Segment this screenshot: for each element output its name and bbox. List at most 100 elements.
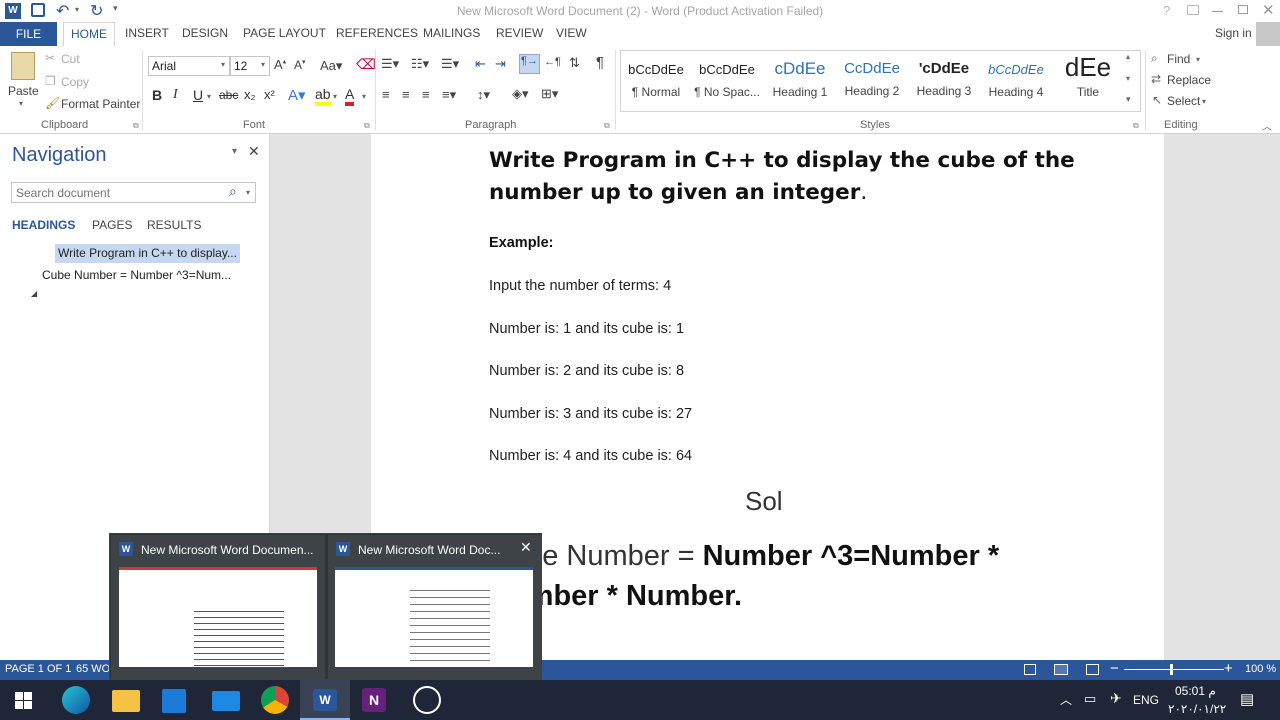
clipboard-launcher-icon[interactable]: ⧉: [133, 121, 139, 131]
nav-close-icon[interactable]: ✕: [248, 143, 260, 160]
shrink-font-icon[interactable]: A▾: [294, 58, 306, 72]
tab-insert[interactable]: INSERT: [125, 26, 169, 40]
font-color-icon[interactable]: A: [345, 86, 355, 106]
copy-button[interactable]: Copy: [61, 75, 89, 89]
zoom-slider[interactable]: [1124, 669, 1224, 670]
tab-results[interactable]: RESULTS: [147, 218, 201, 232]
styles-launcher-icon[interactable]: ⧉: [1133, 121, 1139, 131]
sort-icon[interactable]: ⇅: [569, 55, 580, 71]
notifications-icon[interactable]: ▤: [1240, 690, 1254, 708]
zoom-out-icon[interactable]: −: [1110, 660, 1119, 677]
tab-file[interactable]: FILE: [0, 22, 57, 46]
restore-icon[interactable]: [1238, 5, 1248, 14]
search-document-input[interactable]: [11, 182, 256, 203]
print-layout-icon[interactable]: [1054, 664, 1068, 675]
decrease-indent-icon[interactable]: ⇤: [475, 56, 486, 72]
chrome-icon[interactable]: [261, 686, 289, 714]
style-heading-3[interactable]: 'cDdEe Heading 3: [908, 52, 980, 108]
align-left-icon[interactable]: ≡: [382, 87, 390, 102]
bullets-icon[interactable]: ☰▾: [381, 56, 399, 72]
clock-time[interactable]: 05:01 م: [1175, 684, 1216, 698]
font-name-select[interactable]: Arial: [148, 56, 230, 76]
web-layout-icon[interactable]: [1086, 664, 1099, 675]
style-title[interactable]: dEe Title: [1052, 52, 1124, 108]
network-icon[interactable]: ▭: [1084, 691, 1096, 707]
close-icon[interactable]: ✕: [1262, 1, 1275, 19]
tab-references[interactable]: REFERENCES: [336, 26, 418, 40]
styles-more-icon[interactable]: ▾: [1126, 94, 1131, 105]
tab-mailings[interactable]: MAILINGS: [423, 26, 480, 40]
highlight-dropdown-icon[interactable]: ▾: [333, 92, 337, 101]
minimize-icon[interactable]: [1212, 11, 1223, 12]
word-taskbar-icon[interactable]: W: [313, 689, 337, 711]
tab-design[interactable]: DESIGN: [182, 26, 228, 40]
obs-icon[interactable]: [413, 686, 441, 714]
highlight-color-icon[interactable]: ab: [315, 86, 331, 106]
zoom-in-icon[interactable]: +: [1224, 660, 1233, 677]
text-effects-icon[interactable]: A▾: [288, 86, 306, 104]
underline-button[interactable]: U: [193, 87, 203, 103]
mail-icon[interactable]: [212, 691, 240, 711]
line-spacing-icon[interactable]: ↕▾: [477, 87, 490, 103]
sign-in-link[interactable]: Sign in: [1215, 26, 1252, 40]
language-indicator[interactable]: ENG: [1133, 693, 1159, 707]
find-dropdown-icon[interactable]: ▾: [1196, 55, 1200, 64]
tab-view[interactable]: VIEW: [556, 26, 587, 40]
tab-headings[interactable]: HEADINGS: [12, 218, 75, 232]
search-dropdown-icon[interactable]: ▾: [246, 188, 250, 197]
style-heading-4[interactable]: bCcDdEe Heading 4: [980, 52, 1052, 108]
style-heading-2[interactable]: CcDdEe Heading 2: [836, 52, 908, 108]
tab-review[interactable]: REVIEW: [496, 26, 543, 40]
read-mode-icon[interactable]: [1024, 664, 1036, 675]
collapse-ribbon-icon[interactable]: ︿: [1262, 118, 1272, 133]
store-icon[interactable]: [162, 689, 186, 713]
multilevel-list-icon[interactable]: ☰▾: [441, 56, 459, 72]
tray-overflow-icon[interactable]: ︿: [1060, 691, 1072, 708]
page-count[interactable]: PAGE 1 OF 1: [5, 663, 71, 675]
justify-icon[interactable]: ≡▾: [442, 87, 456, 103]
edge-icon[interactable]: [62, 686, 90, 714]
change-case-icon[interactable]: Aa▾: [320, 58, 342, 74]
tab-page-layout[interactable]: PAGE LAYOUT: [243, 26, 326, 40]
styles-scroll-up-icon[interactable]: ▴: [1126, 52, 1130, 61]
tab-pages[interactable]: PAGES: [92, 218, 132, 232]
subscript-button[interactable]: x₂: [244, 87, 256, 102]
clear-formatting-icon[interactable]: ⌫: [356, 56, 376, 73]
font-size-dropdown-icon[interactable]: ▾: [261, 60, 265, 69]
word-count[interactable]: 65 WO: [76, 663, 110, 675]
zoom-level[interactable]: 100 %: [1245, 663, 1276, 675]
replace-button[interactable]: Replace: [1167, 73, 1211, 87]
paste-icon[interactable]: [11, 52, 35, 80]
increase-indent-icon[interactable]: ⇥: [495, 56, 506, 72]
tab-home[interactable]: HOME: [63, 22, 115, 47]
style-normal[interactable]: bCcDdEe ¶ Normal: [620, 52, 692, 108]
numbering-icon[interactable]: ☷▾: [411, 56, 429, 72]
nav-options-icon[interactable]: ▾: [232, 146, 237, 157]
ltr-icon[interactable]: ¶→: [519, 54, 540, 74]
search-icon[interactable]: ⌕: [229, 183, 237, 200]
bold-button[interactable]: B: [152, 87, 162, 103]
font-color-dropdown-icon[interactable]: ▾: [362, 92, 366, 101]
visual-studio-icon[interactable]: N: [362, 688, 386, 712]
rtl-icon[interactable]: ←¶: [544, 56, 561, 68]
select-dropdown-icon[interactable]: ▾: [1202, 97, 1206, 106]
file-explorer-icon[interactable]: [112, 690, 140, 712]
superscript-button[interactable]: x²: [264, 87, 275, 102]
paste-button[interactable]: Paste: [8, 84, 39, 98]
clock-date[interactable]: ٢٠٢٠/٠١/٢٢: [1168, 702, 1226, 716]
avatar[interactable]: [1256, 22, 1280, 46]
zoom-slider-thumb[interactable]: [1170, 664, 1173, 675]
find-button[interactable]: Find: [1167, 52, 1190, 66]
select-button[interactable]: Select: [1167, 94, 1200, 108]
borders-icon[interactable]: ⊞▾: [541, 86, 558, 102]
font-launcher-icon[interactable]: ⧉: [364, 121, 370, 131]
align-center-icon[interactable]: ≡: [402, 87, 410, 102]
font-name-dropdown-icon[interactable]: ▾: [221, 60, 225, 69]
shading-icon[interactable]: ◈▾: [512, 86, 529, 102]
style-heading-1[interactable]: cDdEe Heading 1: [764, 52, 836, 108]
airplane-icon[interactable]: ✈: [1110, 690, 1122, 707]
show-marks-icon[interactable]: ¶: [596, 54, 604, 71]
paragraph-launcher-icon[interactable]: ⧉: [604, 121, 610, 131]
strikethrough-button[interactable]: abc: [219, 88, 238, 102]
help-icon[interactable]: ?: [1163, 3, 1170, 18]
